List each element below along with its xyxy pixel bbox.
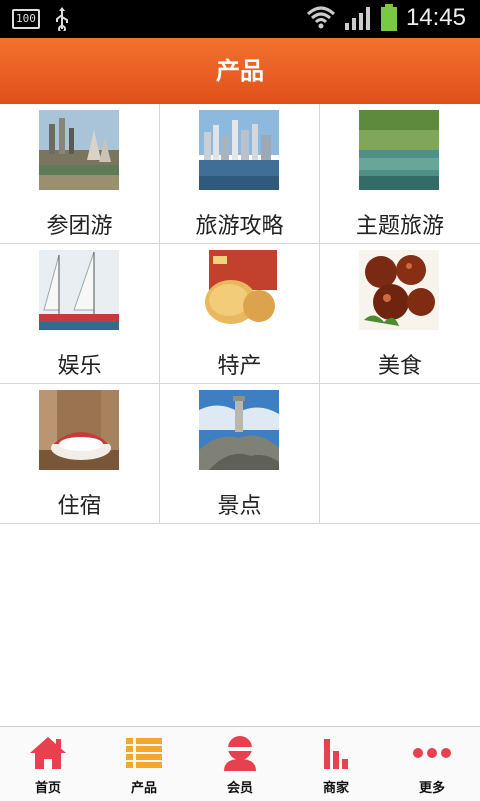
category-label: 参团游 [46, 214, 113, 239]
wifi-icon [306, 6, 335, 29]
tab-label: 商家 [322, 781, 349, 796]
category-cell-entertainment[interactable]: 娱乐 [0, 244, 160, 383]
tab-label: 更多 [418, 781, 445, 796]
grid-row: 住宿 景点 [0, 384, 480, 524]
category-cell-food[interactable]: 美食 [320, 244, 480, 383]
sailboats-photo [39, 250, 119, 330]
category-cell-lodging[interactable]: 住宿 [0, 384, 160, 523]
category-label: 特产 [217, 354, 262, 379]
clock: 14:45 [405, 4, 466, 31]
category-cell-specialty[interactable]: 特产 [160, 244, 320, 383]
battery-percent-indicator: 100 [12, 9, 40, 29]
tab-merchant[interactable]: 商家 [288, 727, 384, 801]
category-cell-theme-travel[interactable]: 主题旅游 [320, 104, 480, 243]
tab-label: 会员 [226, 781, 253, 796]
category-label: 娱乐 [57, 354, 102, 379]
more-icon [413, 748, 451, 758]
category-cell-group-tour[interactable]: 参团游 [0, 104, 160, 243]
hotel-room-photo [39, 390, 119, 470]
status-bar: 100 14:45 [0, 0, 480, 38]
category-label: 旅游攻略 [195, 214, 284, 239]
grid-row: 参团游 旅游攻略 主题旅游 [0, 104, 480, 244]
category-label: 景点 [217, 494, 262, 519]
usb-icon [55, 7, 68, 31]
category-label: 住宿 [57, 494, 102, 519]
list-icon [126, 738, 162, 768]
tab-label: 产品 [130, 781, 157, 796]
grid-row: 娱乐 特产 美食 [0, 244, 480, 384]
lighthouse-rock-photo [199, 390, 279, 470]
category-grid: 参团游 旅游攻略 主题旅游 娱乐 特产 美食 住宿 景点 [0, 104, 480, 524]
pastry-specialty-photo [199, 250, 279, 330]
tab-label: 首页 [34, 781, 61, 796]
bar-chart-icon [324, 739, 348, 769]
city-skyline-photo [199, 110, 279, 190]
battery-icon [380, 4, 397, 31]
page-title: 产品 [0, 38, 480, 104]
tab-home[interactable]: 首页 [0, 727, 96, 801]
category-cell-travel-guide[interactable]: 旅游攻略 [160, 104, 320, 243]
empty-cell [320, 384, 480, 523]
tab-member[interactable]: 会员 [192, 727, 288, 801]
signal-icon [344, 7, 370, 30]
home-icon [30, 737, 66, 769]
user-icon [224, 736, 256, 771]
meatballs-dish-photo [359, 250, 439, 330]
category-cell-attractions[interactable]: 景点 [160, 384, 320, 523]
lake-scenery-photo [359, 110, 439, 190]
bottom-tab-bar: 首页 产品 会员 商家 更多 [0, 726, 480, 801]
category-label: 美食 [377, 354, 422, 379]
city-waterfront-photo [39, 110, 119, 190]
tab-more[interactable]: 更多 [384, 727, 480, 801]
category-label: 主题旅游 [355, 214, 444, 239]
tab-products[interactable]: 产品 [96, 727, 192, 801]
